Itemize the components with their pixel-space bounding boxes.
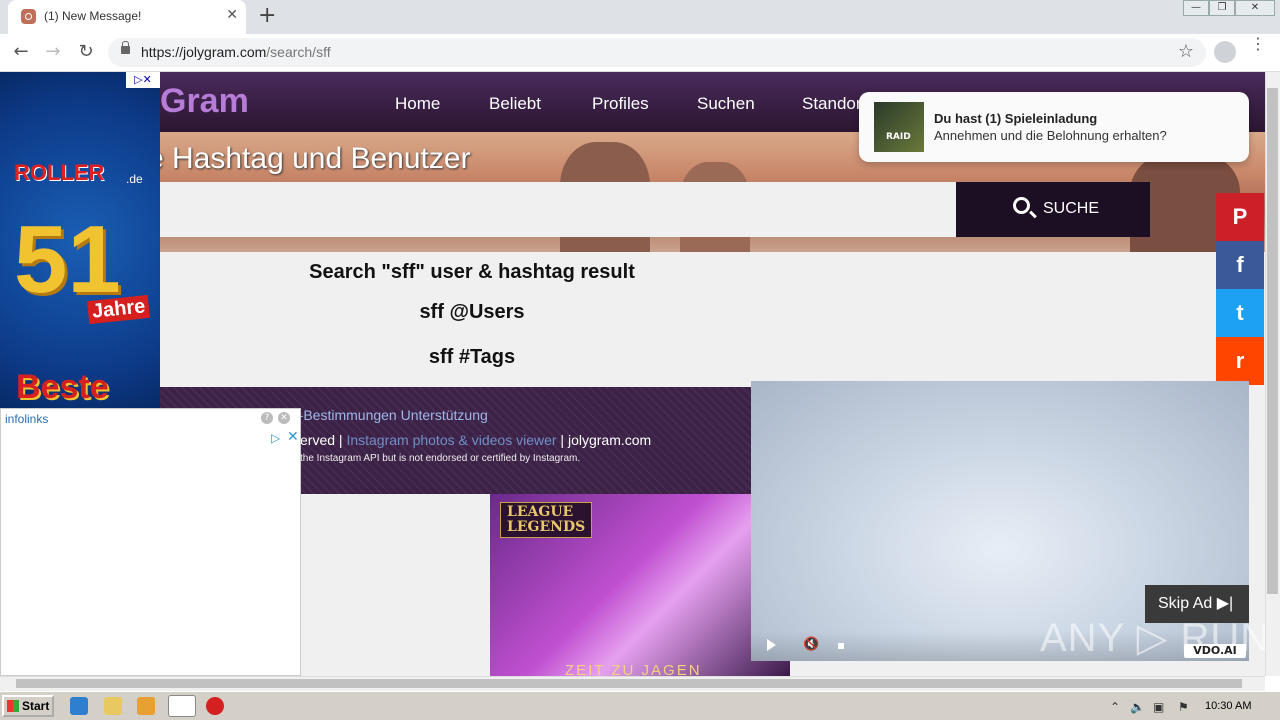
new-tab-button[interactable]: + [258, 4, 276, 28]
league-of-legends-ad[interactable]: LEAGUE LEGENDS ZEIT ZU JAGEN [490, 494, 790, 676]
forward-icon[interactable]: → [41, 41, 65, 62]
skip-ad-button[interactable]: Skip Ad ▶| [1145, 585, 1249, 623]
vdo-ai-logo: VDO.AI [1184, 644, 1246, 658]
facebook-share-icon[interactable]: f [1216, 241, 1264, 289]
nav-suchen[interactable]: Suchen [697, 94, 755, 114]
opera-icon[interactable] [206, 697, 224, 715]
instagram-favicon-icon [21, 9, 36, 24]
twitter-share-icon[interactable]: t [1216, 289, 1264, 337]
media-player-icon[interactable] [137, 697, 155, 715]
search-button-label: SUCHE [1043, 200, 1100, 217]
infolinks-logo: infolinks [5, 412, 49, 426]
close-window-button[interactable]: ✕ [1235, 0, 1275, 16]
help-icon[interactable]: ? [261, 412, 273, 424]
nav-standort[interactable]: Standort [802, 94, 866, 114]
browser-tab[interactable]: (1) New Message! ✕ [8, 0, 246, 34]
horizontal-scroll-thumb[interactable] [16, 679, 1242, 688]
back-icon[interactable]: ← [9, 41, 33, 62]
users-heading: sff @Users [419, 301, 525, 323]
play-icon[interactable] [767, 639, 776, 651]
clock: 10:30 AM [1205, 700, 1252, 712]
progress-indicator[interactable] [838, 643, 844, 649]
close-tab-icon[interactable]: ✕ [226, 7, 238, 23]
footer-disclaimer: the Instagram API but is not endorsed or… [300, 453, 581, 464]
tab-title: (1) New Message! [44, 9, 142, 23]
adchoices-icon[interactable]: ▷✕ [126, 72, 160, 88]
network-icon[interactable]: ▣ [1153, 700, 1164, 714]
minimize-button[interactable]: — [1183, 0, 1209, 16]
game-invite-notification[interactable]: RAID Du hast (1) Spieleinladung Annehmen… [859, 92, 1249, 162]
nav-beliebt[interactable]: Beliebt [489, 94, 541, 114]
site-logo[interactable]: Gram [160, 82, 249, 121]
close-icon[interactable]: ✕ [278, 412, 290, 424]
vertical-scroll-thumb[interactable] [1267, 88, 1278, 594]
ie-icon[interactable] [70, 697, 88, 715]
search-button[interactable]: SUCHE [956, 182, 1150, 237]
bookmark-star-icon[interactable]: ☆ [1178, 41, 1194, 62]
close-ad-icon[interactable]: ✕ [287, 429, 299, 445]
mute-icon[interactable]: 🔇 [803, 637, 819, 652]
nav-profiles[interactable]: Profiles [592, 94, 649, 114]
tags-heading: sff #Tags [428, 346, 516, 368]
notification-title: Du hast (1) Spieleinladung [934, 111, 1098, 126]
chrome-taskbar-icon[interactable] [168, 695, 196, 717]
browser-menu-icon[interactable]: ⋮ [1250, 36, 1266, 52]
explorer-icon[interactable] [104, 697, 122, 715]
lock-icon [121, 41, 130, 54]
start-button[interactable]: Start [2, 695, 54, 717]
infolinks-ad[interactable]: infolinks ? ✕ ▷ ✕ [0, 408, 301, 676]
address-bar[interactable]: https://jolygram.com/search/sff ☆ [108, 38, 1206, 67]
hero-title: e Hashtag und Benutzer [147, 142, 471, 175]
roller-beste: Beste [16, 368, 109, 406]
raid-game-image: RAID [874, 102, 924, 152]
volume-icon[interactable]: 🔈 [1130, 700, 1145, 714]
footer-links[interactable]: utz-Bestimmungen Unterstützung [280, 407, 488, 423]
search-icon [1013, 197, 1030, 214]
adchoices-icon[interactable]: ▷ [271, 431, 280, 445]
viewer-link[interactable]: Instagram photos & videos viewer [346, 432, 556, 448]
reload-icon[interactable]: ↻ [74, 41, 98, 62]
lol-tagline: ZEIT ZU JAGEN [565, 662, 702, 676]
notification-body: Annehmen und die Belohnung erhalten? [934, 128, 1167, 143]
flag-icon[interactable]: ⚑ [1178, 700, 1189, 714]
browser-toolbar: ← → ↻ https://jolygram.com/search/sff ☆ [0, 34, 1280, 72]
roller-suffix: .de [126, 172, 143, 186]
roller-number: 51 [14, 206, 121, 313]
url-text: https://jolygram.com/search/sff [141, 44, 331, 60]
profile-avatar-icon[interactable] [1214, 41, 1236, 63]
roller-brand: ROLLER [14, 160, 105, 185]
footer-rights: erved | Instagram photos & videos viewer… [300, 432, 652, 448]
roller-ad[interactable]: ▷✕ ROLLER .de 51 Jahre Beste [0, 72, 160, 408]
roller-jahre: Jahre [86, 294, 151, 325]
result-title: Search "sff" user & hashtag result [309, 261, 635, 283]
pinterest-share-icon[interactable]: P [1216, 193, 1264, 241]
maximize-button[interactable]: ❐ [1209, 0, 1235, 16]
reddit-share-icon[interactable]: r [1216, 337, 1264, 385]
lol-logo: LEAGUE LEGENDS [500, 502, 593, 538]
search-input[interactable] [160, 182, 956, 237]
nav-home[interactable]: Home [395, 94, 440, 114]
tray-arrow-icon[interactable]: ⌃ [1110, 700, 1120, 714]
